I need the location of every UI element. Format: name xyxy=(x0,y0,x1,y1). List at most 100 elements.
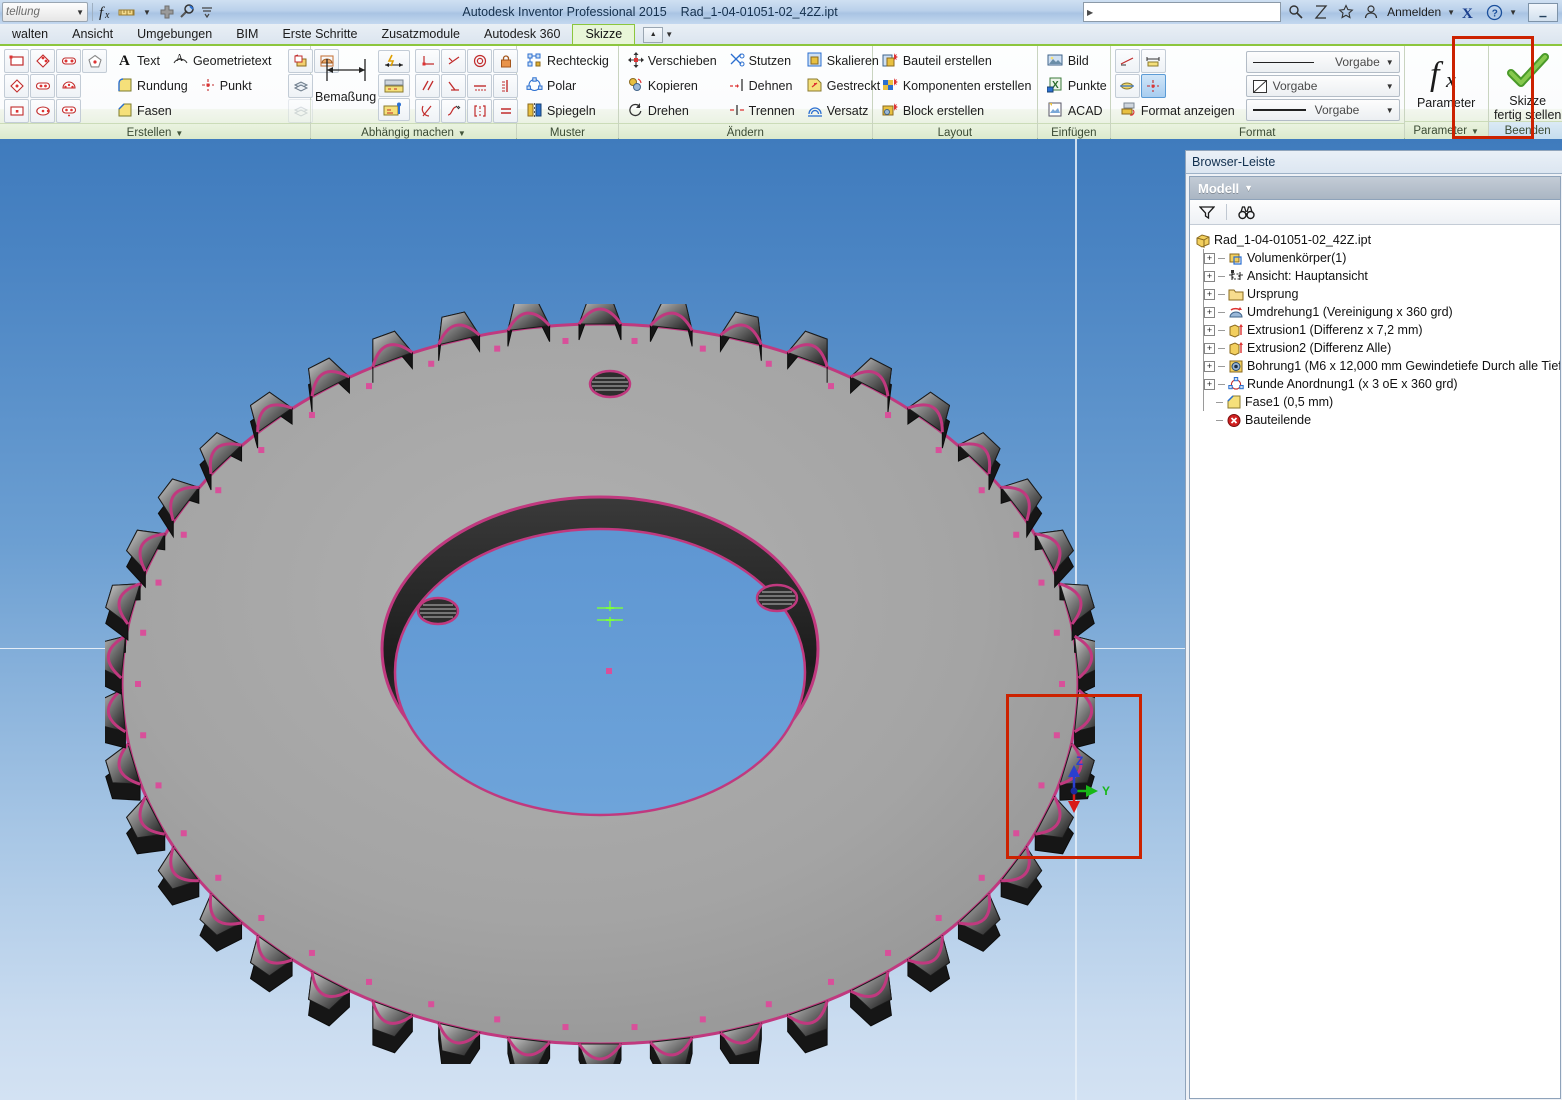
tab-ansicht[interactable]: Ansicht xyxy=(60,25,125,44)
tree-row-fase1[interactable]: Fase1 (0,5 mm) xyxy=(1194,393,1560,411)
punkte-button[interactable]: X Punkte xyxy=(1042,74,1112,98)
dimension-button[interactable]: Bemaßung xyxy=(315,49,376,121)
chevron-down-icon[interactable]: ▼ xyxy=(137,2,157,22)
vertical-icon[interactable] xyxy=(493,74,519,98)
help-question-icon[interactable]: ? xyxy=(1484,2,1505,22)
bauteil-erstellen-button[interactable]: Bauteil erstellen xyxy=(877,49,1037,73)
tab-bim[interactable]: BIM xyxy=(224,25,270,44)
signin-chevron-down-icon[interactable]: ▼ xyxy=(1447,8,1455,17)
expand-icon[interactable]: + xyxy=(1204,342,1215,354)
tab-erste-schritte[interactable]: Erste Schritte xyxy=(270,25,369,44)
tab-umgebungen[interactable]: Umgebungen xyxy=(125,25,224,44)
axis-triad[interactable]: Z Y xyxy=(1050,751,1120,821)
tree-row-bohrung1[interactable]: + Bohrung1 (M6 x 12,000 mm Gewindetiefe … xyxy=(1194,357,1560,375)
autodesk-x-icon[interactable]: X xyxy=(1459,2,1480,22)
concentric-icon[interactable] xyxy=(467,49,493,73)
slot-icon[interactable] xyxy=(56,49,81,73)
tree-row-extrusion2[interactable]: + Extrusion2 (Differenz Alle) xyxy=(1194,339,1560,357)
stutzen-button[interactable]: Stutzen xyxy=(724,49,800,73)
chevron-down-icon[interactable]: ▼ xyxy=(1386,82,1397,91)
fx-icon[interactable]: fx xyxy=(97,2,117,22)
expand-icon[interactable]: + xyxy=(1204,324,1215,336)
tree-row-ansicht[interactable]: + Ansicht: Hauptansicht xyxy=(1194,267,1560,285)
signin-label[interactable]: Anmelden xyxy=(1385,5,1443,19)
rectangle-icon[interactable] xyxy=(4,49,29,73)
fix-lock-icon[interactable] xyxy=(493,49,519,73)
help-chevron-down-icon[interactable]: ▼ xyxy=(1509,8,1517,17)
tree-row-ursprung[interactable]: + Ursprung xyxy=(1194,285,1560,303)
exchange-icon[interactable] xyxy=(1310,2,1331,22)
chevron-down-icon[interactable]: ▼ xyxy=(1471,127,1479,136)
format-anzeigen-button[interactable]: Format anzeigen xyxy=(1115,99,1240,123)
slot-arc-icon[interactable] xyxy=(56,99,81,123)
constraint-settings-icon[interactable] xyxy=(378,98,411,121)
tab-verwalten[interactable]: walten xyxy=(0,25,60,44)
plus-icon[interactable] xyxy=(157,2,177,22)
centerline-icon[interactable] xyxy=(1114,74,1140,98)
chevron-down-icon[interactable]: ▼ xyxy=(458,129,466,138)
horizontal-icon[interactable] xyxy=(467,74,493,98)
spiegeln-button[interactable]: Spiegeln xyxy=(521,99,614,123)
expand-icon[interactable]: + xyxy=(1204,378,1215,390)
rhombus-icon[interactable] xyxy=(4,74,29,98)
ellipse-icon[interactable] xyxy=(30,99,55,123)
tools-icon[interactable] xyxy=(177,2,197,22)
appearance-combo[interactable]: tellung ▼ xyxy=(2,2,88,22)
parallel-icon[interactable] xyxy=(415,74,441,98)
polygon-tool-icon[interactable] xyxy=(30,49,55,73)
search-icon[interactable] xyxy=(1285,2,1306,22)
tree-row-umdrehung1[interactable]: + Umdrehung1 (Vereinigung x 360 grd) xyxy=(1194,303,1560,321)
fillet-button[interactable]: Rundung xyxy=(112,74,193,98)
drehen-button[interactable]: Drehen xyxy=(623,99,722,123)
chevron-down-icon[interactable]: ▼ xyxy=(1244,183,1253,193)
komponenten-erstellen-button[interactable]: Komponenten erstellen xyxy=(877,74,1037,98)
tangent-icon[interactable] xyxy=(415,99,441,123)
expand-icon[interactable]: + xyxy=(1204,252,1215,264)
search-field[interactable] xyxy=(1096,4,1281,20)
find-binoculars-icon[interactable] xyxy=(1234,200,1259,224)
acad-button[interactable]: ACAD xyxy=(1042,99,1112,123)
tree-row-runde-anordnung1[interactable]: + Runde Anordnung1 (x 3 oE x 360 grd) xyxy=(1194,375,1560,393)
bild-button[interactable]: Bild xyxy=(1042,49,1112,73)
geometry-text-button[interactable]: A Geometrietext xyxy=(167,49,277,73)
ribbon-options-chevron-down-icon[interactable]: ▼ xyxy=(665,30,673,39)
tab-autodesk-360[interactable]: Autodesk 360 xyxy=(472,25,572,44)
search-expand-icon[interactable]: ▶ xyxy=(1084,3,1096,21)
verschieben-button[interactable]: Verschieben xyxy=(623,49,722,73)
pentagon-icon[interactable] xyxy=(82,49,107,73)
project-geometry-icon[interactable] xyxy=(288,49,314,73)
tree-row-extrusion1[interactable]: + Extrusion1 (Differenz x 7,2 mm) xyxy=(1194,321,1560,339)
block-erstellen-button[interactable]: Block erstellen xyxy=(877,99,1037,123)
parameter-button[interactable]: fx Parameter xyxy=(1409,49,1484,121)
show-constraints-icon[interactable] xyxy=(378,74,411,97)
kopieren-button[interactable]: Kopieren xyxy=(623,74,722,98)
slot-center-icon[interactable] xyxy=(30,74,55,98)
hatch-style-combo[interactable]: Vorgabe ▼ xyxy=(1245,75,1400,97)
coincident-icon[interactable] xyxy=(415,49,441,73)
ribbon-collapse-icon[interactable]: ▲ xyxy=(643,26,664,43)
filter-funnel-icon[interactable] xyxy=(1194,200,1219,224)
rechteckig-button[interactable]: Rechteckig xyxy=(521,49,614,73)
expand-icon[interactable]: + xyxy=(1204,360,1215,372)
expand-icon[interactable]: + xyxy=(1204,288,1215,300)
tree-row-bauteilende[interactable]: Bauteilende xyxy=(1194,411,1560,429)
dimension-icon[interactable] xyxy=(117,2,137,22)
line-weight-combo[interactable]: Vorgabe ▼ xyxy=(1245,99,1400,121)
line-style-combo[interactable]: Vorgabe ▼ xyxy=(1245,51,1400,73)
collinear-icon[interactable] xyxy=(441,49,467,73)
auto-dimension-icon[interactable] xyxy=(378,50,411,73)
model-tree[interactable]: Rad_1-04-01051-02_42Z.ipt + Volumenkörpe… xyxy=(1190,225,1560,1098)
text-button[interactable]: A Text xyxy=(112,49,165,73)
expand-icon[interactable]: + xyxy=(1204,270,1215,282)
smooth-icon[interactable] xyxy=(441,99,467,123)
trennen-button[interactable]: Trennen xyxy=(724,99,800,123)
skizze-fertig-stellen-button[interactable]: Skizze fertig stellen xyxy=(1493,49,1562,122)
chamfer-button[interactable]: Fasen xyxy=(112,99,177,123)
construction-line-icon[interactable] xyxy=(1114,49,1140,73)
rectangle-point-icon[interactable] xyxy=(4,99,29,123)
minimize-button[interactable]: ▁ xyxy=(1528,2,1558,22)
tab-skizze[interactable]: Skizze xyxy=(572,24,636,44)
dehnen-button[interactable]: Dehnen xyxy=(724,74,800,98)
favorites-star-icon[interactable] xyxy=(1335,2,1356,22)
chevron-down-icon[interactable]: ▼ xyxy=(1386,58,1397,67)
